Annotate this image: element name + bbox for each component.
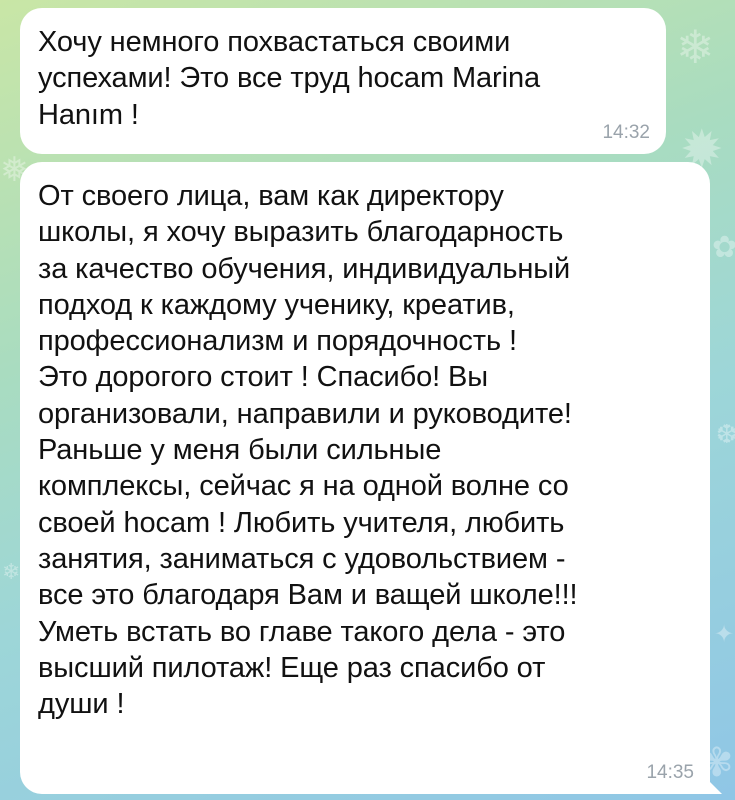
message-time: 14:35: [646, 762, 694, 783]
message-time: 14:32: [602, 122, 650, 143]
message-list[interactable]: Хочу немного похвастаться своими успехам…: [0, 0, 735, 800]
bubble-tail: [700, 772, 722, 794]
message-text: Хочу немного похвастаться своими успехам…: [38, 26, 541, 131]
message-text: От своего лица, вам как директору школы,…: [38, 180, 578, 721]
message-bubble[interactable]: Хочу немного похвастаться своими успехам…: [20, 8, 666, 154]
message-bubble[interactable]: От своего лица, вам как директору школы,…: [20, 162, 722, 794]
